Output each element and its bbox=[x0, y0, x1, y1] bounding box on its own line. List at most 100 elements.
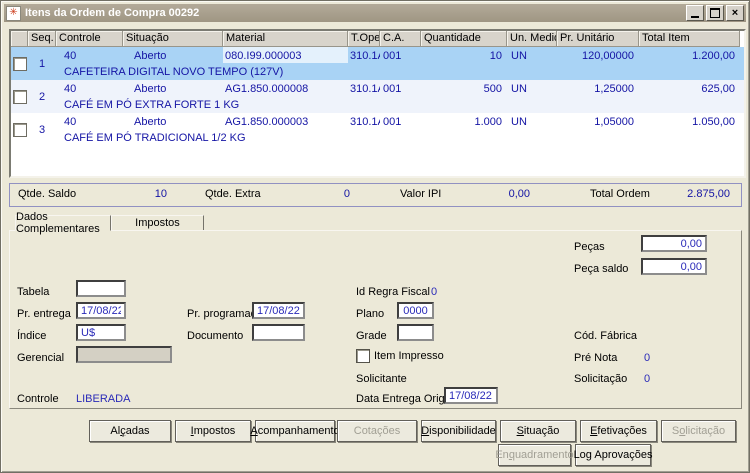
column-header-T.Oper.[interactable]: T.Oper. bbox=[348, 31, 380, 47]
table-row[interactable]: 240AbertoAG1.850.000008310.1A001500UN1,2… bbox=[11, 80, 744, 113]
cotacoes-button: Cotações bbox=[337, 420, 417, 442]
cell-controle: 40 bbox=[56, 49, 123, 63]
cell-ca: 001 bbox=[380, 115, 421, 129]
table-row[interactable]: 340AbertoAG1.850.000003310.1A0011.000UN1… bbox=[11, 113, 744, 146]
tab-dados-complementares[interactable]: Dados Complementares bbox=[15, 215, 111, 231]
cell-quantidade: 500 bbox=[421, 82, 507, 96]
cell-un-medida: UN bbox=[507, 115, 557, 129]
indice-input[interactable] bbox=[76, 324, 126, 341]
cell-t-oper: 310.1A bbox=[348, 115, 380, 129]
column-header-Un. Medida[interactable]: Un. Medida bbox=[507, 31, 557, 47]
minimize-icon bbox=[691, 16, 699, 18]
item-impresso-label: Item Impresso bbox=[374, 350, 444, 363]
tabela-label: Tabela bbox=[17, 286, 49, 299]
qtde-saldo-label: Qtde. Saldo bbox=[18, 188, 76, 200]
cell-pr-unitario: 1,05000 bbox=[557, 115, 639, 129]
column-header-Controle[interactable]: Controle bbox=[56, 31, 123, 47]
column-header-checkbox[interactable] bbox=[11, 31, 28, 47]
pr-programado-input[interactable] bbox=[252, 302, 305, 319]
row-checkbox-cell bbox=[11, 80, 28, 113]
pecas-input[interactable] bbox=[641, 235, 707, 252]
maximize-icon bbox=[710, 8, 720, 18]
row-checkbox[interactable] bbox=[13, 123, 27, 137]
indice-label: Índice bbox=[17, 330, 46, 343]
gerencial-label: Gerencial bbox=[17, 352, 64, 365]
cell-situacao: Aberto bbox=[123, 82, 223, 96]
cell-controle: 40 bbox=[56, 115, 123, 129]
title-bar: ✳ Itens da Ordem de Compra 00292 × bbox=[4, 4, 746, 22]
gerencial-input bbox=[76, 346, 172, 363]
cell-descricao: CAFÉ EM PÓ EXTRA FORTE 1 KG bbox=[64, 98, 239, 112]
column-header-Material[interactable]: Material bbox=[223, 31, 348, 47]
grade-label: Grade bbox=[356, 330, 387, 343]
cell-total-item: 1.050,00 bbox=[639, 115, 740, 129]
solicitacao-value: 0 bbox=[644, 373, 650, 386]
total-ordem-value: 2.875,00 bbox=[630, 188, 730, 200]
pre-nota-label: Pré Nota bbox=[574, 352, 617, 365]
cell-seq: 3 bbox=[28, 113, 56, 146]
column-header-Situação[interactable]: Situação bbox=[123, 31, 223, 47]
grade-input[interactable] bbox=[397, 324, 434, 341]
column-header-Pr. Unitário[interactable]: Pr. Unitário bbox=[557, 31, 639, 47]
data-entrega-original-input[interactable] bbox=[444, 387, 498, 404]
solicitante-label: Solicitante bbox=[356, 373, 407, 386]
window-title: Itens da Ordem de Compra 00292 bbox=[25, 7, 684, 19]
cell-pr-unitario: 1,25000 bbox=[557, 82, 639, 96]
tabela-input[interactable] bbox=[76, 280, 126, 297]
controle-label: Controle bbox=[17, 393, 59, 406]
cell-t-oper: 310.1A bbox=[348, 49, 380, 63]
cell-quantidade: 10 bbox=[421, 49, 507, 63]
maximize-button[interactable] bbox=[706, 5, 724, 21]
efetivacoes-button[interactable]: Efetivações bbox=[580, 420, 657, 442]
valor-ipi-value: 0,00 bbox=[450, 188, 530, 200]
cell-seq: 1 bbox=[28, 47, 56, 80]
cell-un-medida: UN bbox=[507, 82, 557, 96]
plano-label: Plano bbox=[356, 308, 384, 321]
totals-bar: Qtde. Saldo 10 Qtde. Extra 0 Valor IPI 0… bbox=[9, 183, 742, 207]
pr-entrega-input[interactable] bbox=[76, 302, 126, 319]
acompanhamento-button[interactable]: Acompanhamento bbox=[255, 420, 335, 442]
minimize-button[interactable] bbox=[686, 5, 704, 21]
row-checkbox[interactable] bbox=[13, 90, 27, 104]
pecas-label: Peças bbox=[574, 241, 605, 254]
cell-pr-unitario: 120,00000 bbox=[557, 49, 639, 63]
plano-input[interactable] bbox=[397, 302, 434, 319]
column-header-C.A.[interactable]: C.A. bbox=[380, 31, 421, 47]
log-aprovacoes-button[interactable]: Log Aprovações bbox=[575, 444, 651, 466]
item-impresso-checkbox[interactable] bbox=[356, 349, 370, 363]
cell-situacao: Aberto bbox=[123, 49, 223, 63]
solicitacao-label: Solicitação bbox=[574, 373, 627, 386]
grid-header: Seq.ControleSituaçãoMaterialT.Oper.C.A.Q… bbox=[11, 31, 744, 47]
row-checkbox-cell bbox=[11, 113, 28, 146]
situacao-button[interactable]: Situação bbox=[500, 420, 576, 442]
row-checkbox-cell bbox=[11, 47, 28, 80]
documento-label: Documento bbox=[187, 330, 243, 343]
cell-seq: 2 bbox=[28, 80, 56, 113]
column-header-Total Item[interactable]: Total Item bbox=[639, 31, 740, 47]
column-header-Quantidade[interactable]: Quantidade bbox=[421, 31, 507, 47]
peca-saldo-label: Peça saldo bbox=[574, 263, 628, 276]
valor-ipi-label: Valor IPI bbox=[400, 188, 441, 200]
qtde-extra-label: Qtde. Extra bbox=[205, 188, 261, 200]
tab-impostos[interactable]: Impostos bbox=[111, 215, 204, 231]
pre-nota-value: 0 bbox=[644, 352, 650, 365]
window: ✳ Itens da Ordem de Compra 00292 × Seq.C… bbox=[0, 0, 750, 473]
documento-input[interactable] bbox=[252, 324, 305, 341]
impostos-button[interactable]: Impostos bbox=[175, 420, 251, 442]
alcadas-button[interactable]: Alçadas bbox=[89, 420, 171, 442]
qtde-saldo-value: 10 bbox=[70, 188, 167, 200]
id-regra-fiscal-value: 0 bbox=[431, 286, 437, 299]
cell-t-oper: 310.1A bbox=[348, 82, 380, 96]
cell-ca: 001 bbox=[380, 49, 421, 63]
disponibilidade-button[interactable]: Disponibilidade bbox=[421, 420, 496, 442]
table-row[interactable]: 140Aberto080.I99.000003310.1A00110UN120,… bbox=[11, 47, 744, 80]
id-regra-fiscal-label: Id Regra Fiscal bbox=[356, 286, 430, 299]
close-button[interactable]: × bbox=[726, 5, 744, 21]
row-checkbox[interactable] bbox=[13, 57, 27, 71]
solicitacao-button: Solicitação bbox=[661, 420, 736, 442]
cell-quantidade: 1.000 bbox=[421, 115, 507, 129]
cell-ca: 001 bbox=[380, 82, 421, 96]
column-header-Seq.[interactable]: Seq. bbox=[28, 31, 56, 47]
items-grid: Seq.ControleSituaçãoMaterialT.Oper.C.A.Q… bbox=[9, 29, 746, 178]
peca-saldo-input[interactable] bbox=[641, 258, 707, 275]
